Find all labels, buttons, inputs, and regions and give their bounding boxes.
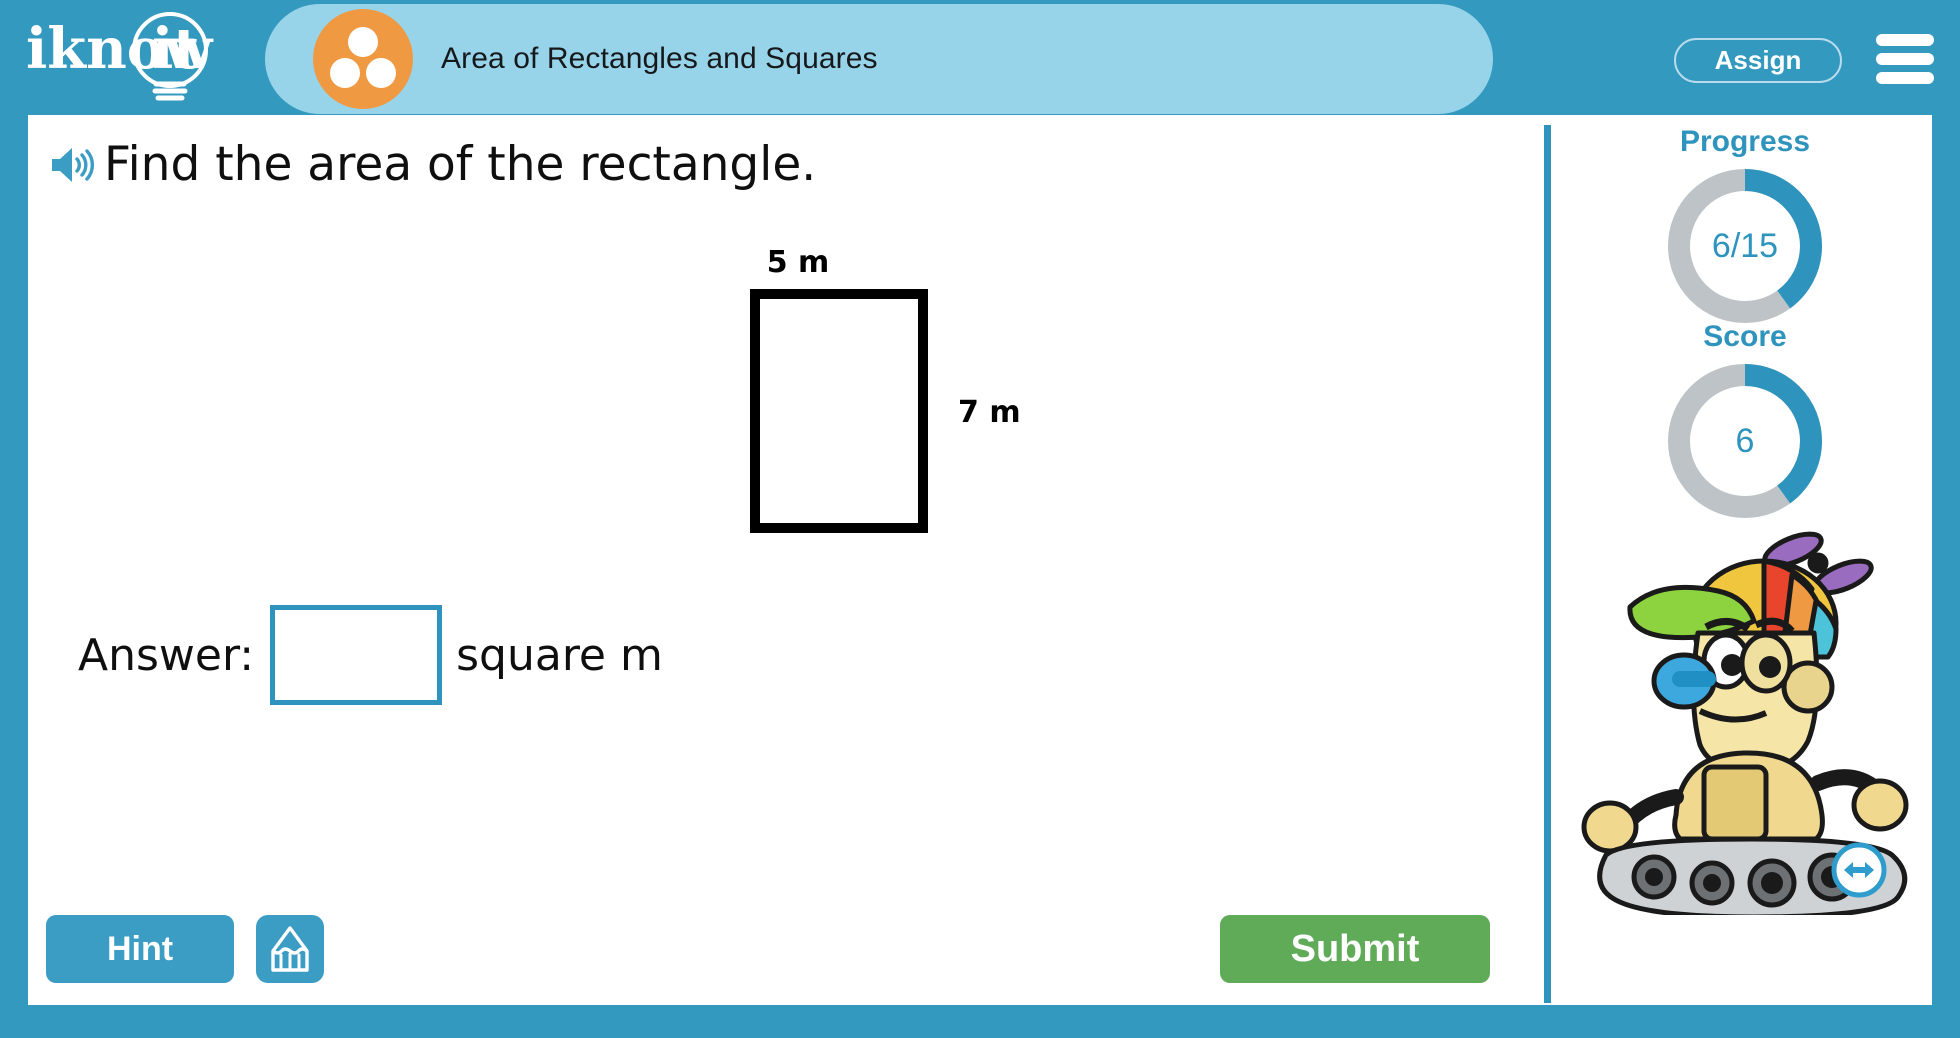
iknowit-logo[interactable]: iknow it xyxy=(22,8,232,104)
score-value: 6 xyxy=(1735,421,1755,460)
answer-row: Answer: square m xyxy=(78,605,663,705)
pencil-icon xyxy=(271,926,309,972)
panel-divider xyxy=(1544,125,1551,1003)
menu-bar xyxy=(1876,53,1934,65)
question-row: Find the area of the rectangle. xyxy=(48,137,816,192)
svg-text:it: it xyxy=(152,16,199,82)
figure-height-label: 7 m xyxy=(958,395,1021,430)
answer-label: Answer: xyxy=(78,629,255,681)
speaker-icon[interactable] xyxy=(48,143,96,187)
assign-button[interactable]: Assign xyxy=(1674,38,1842,83)
left-right-arrow-icon[interactable] xyxy=(1830,841,1888,899)
menu-bar xyxy=(1876,34,1934,46)
progress-stat: Progress 6/15 xyxy=(1558,125,1932,329)
menu-bar xyxy=(1876,72,1934,84)
app-header: iknow it Area of Rectangles and Squares … xyxy=(0,0,1960,114)
figure-rectangle-shape xyxy=(750,289,928,533)
score-donut: 6 xyxy=(1662,358,1828,524)
three-dots-circle-icon xyxy=(313,9,413,109)
progress-donut: 6/15 xyxy=(1662,163,1828,329)
app-root: iknow it Area of Rectangles and Squares … xyxy=(0,0,1960,1038)
rectangle-figure: 5 m 7 m xyxy=(668,245,1021,533)
answer-unit-label: square m xyxy=(456,629,663,681)
sidebar: Progress 6/15 Score 6 xyxy=(1558,115,1932,1005)
hamburger-menu-icon[interactable] xyxy=(1876,34,1934,84)
answer-input[interactable] xyxy=(270,605,443,705)
topic-title-pill: Area of Rectangles and Squares xyxy=(265,4,1493,114)
progress-label: Progress xyxy=(1679,125,1811,158)
progress-value: 6/15 xyxy=(1711,226,1779,265)
scratchpad-button[interactable] xyxy=(256,915,324,983)
content-panel: Find the area of the rectangle. 5 m 7 m … xyxy=(28,115,1932,1005)
submit-button[interactable]: Submit xyxy=(1220,915,1490,983)
score-label: Score xyxy=(1703,320,1787,353)
hint-button[interactable]: Hint xyxy=(46,915,234,983)
question-text: Find the area of the rectangle. xyxy=(104,137,817,192)
score-stat: Score 6 xyxy=(1558,320,1932,524)
page-title: Area of Rectangles and Squares xyxy=(441,42,878,75)
figure-width-label: 5 m xyxy=(766,245,830,280)
